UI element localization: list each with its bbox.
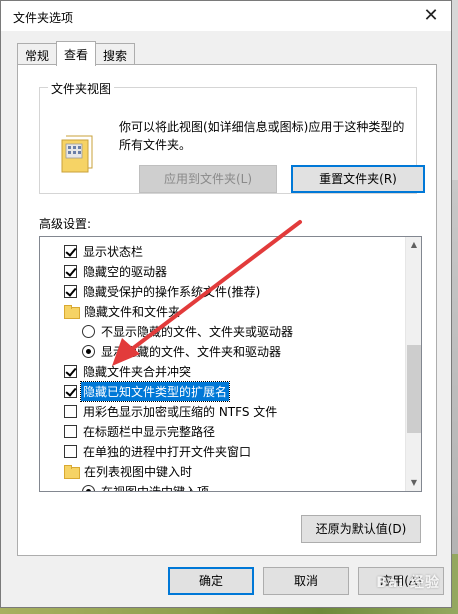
list-item-label: 在单独的进程中打开文件夹窗口	[83, 444, 252, 459]
list-item-checkbox[interactable]: 在单独的进程中打开文件夹窗口	[40, 441, 406, 461]
folder-views-group: 文件夹视图 你可以将此视图(如详细信息或图标)应用于这种类型的所有文件夹。 应用…	[39, 80, 425, 194]
checkbox[interactable]	[64, 364, 77, 378]
list-item-radio[interactable]: 在视图中选中键入项	[40, 481, 406, 491]
list-item-label: 隐藏文件和文件夹	[84, 304, 181, 319]
view-tab-panel: 文件夹视图 你可以将此视图(如详细信息或图标)应用于这种类型的所有文件夹。 应用…	[17, 64, 437, 556]
advanced-settings-list[interactable]: 显示状态栏隐藏空的驱动器隐藏受保护的操作系统文件(推荐) 隐藏文件和文件夹不显示隐…	[39, 236, 422, 492]
folder-icon	[64, 465, 80, 479]
apply-to-folders-button[interactable]: 应用到文件夹(L)	[139, 165, 277, 193]
advanced-settings-label: 高级设置:	[39, 217, 92, 231]
folder-views-icon	[61, 135, 93, 173]
checkbox[interactable]	[64, 404, 77, 418]
tab-general[interactable]: 常规	[17, 43, 58, 65]
checkbox[interactable]	[64, 384, 77, 398]
checkbox[interactable]	[64, 264, 77, 278]
checkbox[interactable]	[64, 424, 77, 438]
radio-button[interactable]	[82, 344, 95, 358]
list-scrollbar[interactable]: ▲ ▼	[405, 237, 421, 491]
list-item-label: 用彩色显示加密或压缩的 NTFS 文件	[83, 404, 278, 419]
list-item-checkbox[interactable]: 隐藏已知文件类型的扩展名	[40, 380, 406, 402]
restore-defaults-button[interactable]: 还原为默认值(D)	[301, 515, 421, 543]
list-item-label: 在列表视图中键入时	[84, 464, 193, 479]
tab-bar: 常规 查看 搜索	[17, 41, 136, 66]
list-item-label: 隐藏已知文件类型的扩展名	[79, 380, 231, 402]
list-item-label: 不显示隐藏的文件、文件夹或驱动器	[101, 324, 294, 339]
close-icon[interactable]: ✕	[421, 6, 441, 26]
radio-button[interactable]	[82, 324, 95, 338]
list-item-radio[interactable]: 不显示隐藏的文件、文件夹或驱动器	[40, 321, 406, 341]
tab-search[interactable]: 搜索	[95, 43, 136, 65]
checkbox[interactable]	[64, 284, 77, 298]
tab-view[interactable]: 查看	[56, 41, 97, 66]
folder-icon	[64, 305, 80, 319]
list-item-checkbox[interactable]: 用彩色显示加密或压缩的 NTFS 文件	[40, 401, 406, 421]
list-item-checkbox[interactable]: 隐藏文件夹合并冲突	[40, 361, 406, 381]
list-item-label: 显示状态栏	[83, 244, 144, 259]
folder-views-label: 文件夹视图	[48, 80, 115, 97]
checkbox[interactable]	[64, 244, 77, 258]
title-bar: 文件夹选项 ✕	[1, 1, 451, 31]
list-item-label: 隐藏受保护的操作系统文件(推荐)	[83, 284, 261, 299]
list-item-label: 在标题栏中显示完整路径	[83, 424, 216, 439]
watermark-logo: Bai 经验	[376, 575, 440, 591]
list-item-radio[interactable]: 显示隐藏的文件、文件夹和驱动器	[40, 341, 406, 361]
advanced-settings-items: 显示状态栏隐藏空的驱动器隐藏受保护的操作系统文件(推荐) 隐藏文件和文件夹不显示隐…	[40, 237, 406, 491]
checkbox[interactable]	[64, 444, 77, 458]
list-item-checkbox[interactable]: 隐藏空的驱动器	[40, 261, 406, 281]
list-item-label: 隐藏文件夹合并冲突	[83, 364, 192, 379]
list-item-label: 在视图中选中键入项	[101, 483, 209, 492]
folder-views-description: 你可以将此视图(如详细信息或图标)应用于这种类型的所有文件夹。	[119, 120, 405, 152]
folder-options-dialog: 文件夹选项 ✕ 常规 查看 搜索 文件夹视图 你可以将此视图(如详细信息或图标)…	[0, 0, 452, 608]
list-item-folder: 在列表视图中键入时	[40, 461, 406, 481]
scroll-thumb[interactable]	[407, 345, 421, 433]
scroll-down-icon[interactable]: ▼	[406, 475, 421, 491]
list-item-label: 隐藏空的驱动器	[83, 264, 168, 279]
list-item-checkbox[interactable]: 显示状态栏	[40, 241, 406, 261]
cancel-button[interactable]: 取消	[263, 567, 349, 595]
list-item-checkbox[interactable]: 隐藏受保护的操作系统文件(推荐)	[40, 281, 406, 301]
list-item-folder: 隐藏文件和文件夹	[40, 301, 406, 321]
ok-button[interactable]: 确定	[168, 567, 254, 595]
scroll-up-icon[interactable]: ▲	[406, 237, 421, 253]
list-item-checkbox[interactable]: 在标题栏中显示完整路径	[40, 421, 406, 441]
list-item-label: 显示隐藏的文件、文件夹和驱动器	[101, 344, 282, 359]
window-title: 文件夹选项	[13, 11, 74, 25]
radio-button[interactable]	[82, 484, 95, 491]
reset-folders-button[interactable]: 重置文件夹(R)	[291, 165, 425, 193]
